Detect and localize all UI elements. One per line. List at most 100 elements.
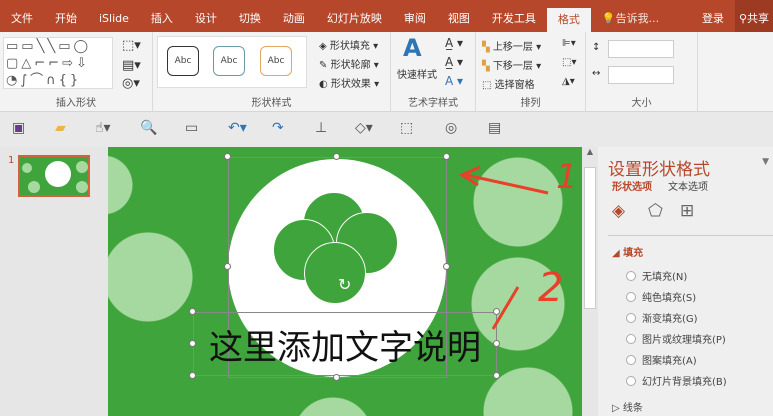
- fill-line-icon[interactable]: ◈: [612, 201, 625, 221]
- resize-handle[interactable]: [189, 308, 196, 315]
- textbox-icon[interactable]: ▤▾: [122, 58, 141, 73]
- shape-fill-button[interactable]: ◈ 形状填充 ▾: [319, 37, 378, 52]
- radio-picture-fill[interactable]: 图片或纹理填充(P): [598, 328, 773, 349]
- tell-me[interactable]: 💡告诉我...: [591, 0, 670, 32]
- resize-handle[interactable]: [189, 372, 196, 379]
- save-icon[interactable]: ▣: [12, 120, 25, 136]
- resize-handle[interactable]: [493, 340, 500, 347]
- radio-solid-fill[interactable]: 纯色填充(S): [598, 286, 773, 307]
- label: 形状轮廓: [330, 60, 371, 71]
- label: 纯色填充(S): [642, 293, 697, 304]
- label: 上移一层: [492, 42, 533, 53]
- text-effects-icon[interactable]: A ▾: [445, 74, 463, 88]
- resize-handle[interactable]: [333, 374, 340, 381]
- tab-developer[interactable]: 开发工具: [481, 0, 547, 32]
- lightbulb-icon: 💡: [601, 12, 616, 25]
- tab-shape-options[interactable]: 形状选项: [612, 178, 652, 193]
- undo-icon[interactable]: ↶▾: [228, 120, 247, 136]
- label: 选择窗格: [494, 80, 535, 91]
- tab-design[interactable]: 设计: [184, 0, 228, 32]
- resize-handle[interactable]: [224, 153, 231, 160]
- style-sample[interactable]: Abc: [213, 46, 245, 76]
- label: 下移一层: [492, 61, 533, 72]
- vertical-scrollbar[interactable]: ▲: [582, 147, 598, 416]
- height-input[interactable]: [608, 40, 674, 58]
- shapes-gallery[interactable]: ▭▭╲╲▭◯ ▢△⌐⌐⇨⇩ ◔∫⌒∩{}: [3, 37, 113, 89]
- tab-text-options[interactable]: 文本选项: [668, 178, 708, 193]
- folder-icon[interactable]: ▰: [55, 120, 66, 136]
- merge-shapes-icon[interactable]: ◎▾: [122, 76, 140, 91]
- slide-thumbnails: 1: [0, 147, 108, 416]
- radio-pattern-fill[interactable]: 图案填充(A): [598, 349, 773, 370]
- group-label: 艺术字样式: [408, 98, 458, 109]
- tab-review[interactable]: 审阅: [393, 0, 437, 32]
- scroll-up-icon[interactable]: ▲: [582, 147, 598, 156]
- shape-effects-button[interactable]: ◐ 形状效果 ▾: [319, 75, 379, 90]
- resize-handle[interactable]: [333, 153, 340, 160]
- person-icon: ⚲: [738, 12, 747, 25]
- textbox-icon[interactable]: ▤: [488, 120, 501, 136]
- height-icon: ↕: [592, 42, 601, 53]
- style-sample[interactable]: Abc: [260, 46, 292, 76]
- section-label: 线条: [622, 403, 643, 414]
- slide-thumbnail[interactable]: [18, 155, 90, 197]
- tab-islide[interactable]: iSlide: [88, 0, 140, 32]
- send-backward-icon: ▚: [482, 61, 490, 72]
- merge-icon[interactable]: ◎: [445, 120, 457, 136]
- text-outline-icon[interactable]: A̲ ▾: [445, 55, 463, 69]
- scroll-thumb[interactable]: [584, 167, 596, 309]
- effects-pentagon-icon[interactable]: ⬠: [648, 201, 663, 221]
- present-icon[interactable]: ▭: [185, 120, 198, 136]
- tab-home[interactable]: 开始: [44, 0, 88, 32]
- radio-background-fill[interactable]: 幻灯片背景填充(B): [598, 370, 773, 391]
- style-sample[interactable]: Abc: [167, 46, 199, 76]
- group-label: 大小: [631, 98, 652, 109]
- radio-gradient-fill[interactable]: 渐变填充(G): [598, 307, 773, 328]
- group-arrange: ▚ 上移一层 ▾ ▚ 下移一层 ▾ ⬚ 选择窗格 ⊫▾ ⬚▾ ◮▾ 排列: [476, 32, 586, 112]
- annotation-number: 2: [538, 265, 564, 311]
- login-button[interactable]: 登录: [691, 0, 735, 32]
- group-objects-icon[interactable]: ⬚: [400, 120, 413, 136]
- slide-canvas[interactable]: ↻ 这里添加文字说明 1 2: [108, 147, 582, 416]
- redo-icon[interactable]: ↷: [272, 120, 284, 136]
- annotation-number: 1: [556, 157, 578, 197]
- tab-format[interactable]: 格式: [546, 8, 591, 32]
- shape-icon[interactable]: ◇▾: [355, 120, 373, 136]
- bring-forward-icon: ▚: [482, 42, 490, 53]
- tab-insert[interactable]: 插入: [140, 0, 184, 32]
- shape-outline-button[interactable]: ✎ 形状轮廓 ▾: [319, 56, 379, 71]
- selection-pane-button[interactable]: ⬚ 选择窗格: [482, 76, 535, 91]
- tab-file[interactable]: 文件: [0, 0, 44, 32]
- paint-bucket-icon: ◈: [319, 41, 327, 52]
- tab-transitions[interactable]: 切换: [228, 0, 272, 32]
- tell-me-label: 告诉我...: [615, 12, 660, 25]
- slide-text[interactable]: 这里添加文字说明: [209, 320, 481, 369]
- resize-handle[interactable]: [224, 263, 231, 270]
- tab-slideshow[interactable]: 幻灯片放映: [316, 0, 393, 32]
- resize-handle[interactable]: [493, 372, 500, 379]
- tab-view[interactable]: 视图: [437, 0, 481, 32]
- group-icon[interactable]: ⬚▾: [562, 57, 576, 68]
- radio-no-fill[interactable]: 无填充(N): [598, 265, 773, 286]
- align-center-icon[interactable]: ⊥: [315, 120, 327, 136]
- touch-icon[interactable]: ☝▾: [95, 120, 111, 136]
- rotate-icon[interactable]: ◮▾: [562, 76, 575, 87]
- text-fill-icon[interactable]: A̲ ▾: [445, 36, 463, 50]
- pane-menu-icon[interactable]: ▼: [762, 157, 769, 167]
- send-backward-button[interactable]: ▚ 下移一层 ▾: [482, 57, 541, 72]
- align-icon[interactable]: ⊫▾: [562, 38, 576, 49]
- format-shape-pane: 设置形状格式 ▼ 形状选项 文本选项 ◈ ⬠ ⊞ ◢ 填充 无填充(N) 纯色填…: [598, 147, 773, 416]
- resize-handle[interactable]: [189, 340, 196, 347]
- bring-forward-button[interactable]: ▚ 上移一层 ▾: [482, 38, 541, 53]
- size-properties-icon[interactable]: ⊞: [680, 201, 694, 221]
- line-section-header[interactable]: ▷ 线条: [612, 399, 643, 414]
- width-icon: ↔: [592, 68, 601, 79]
- fill-section-header[interactable]: ◢ 填充: [612, 244, 643, 259]
- share-button[interactable]: ⚲共享: [734, 0, 773, 32]
- tab-animations[interactable]: 动画: [272, 0, 316, 32]
- quick-styles-button[interactable]: 快速样式: [397, 66, 437, 81]
- label: 渐变填充(G): [642, 314, 698, 325]
- preview-icon[interactable]: 🔍: [140, 120, 157, 136]
- width-input[interactable]: [608, 66, 674, 84]
- edit-shape-icon[interactable]: ⬚▾: [122, 38, 141, 53]
